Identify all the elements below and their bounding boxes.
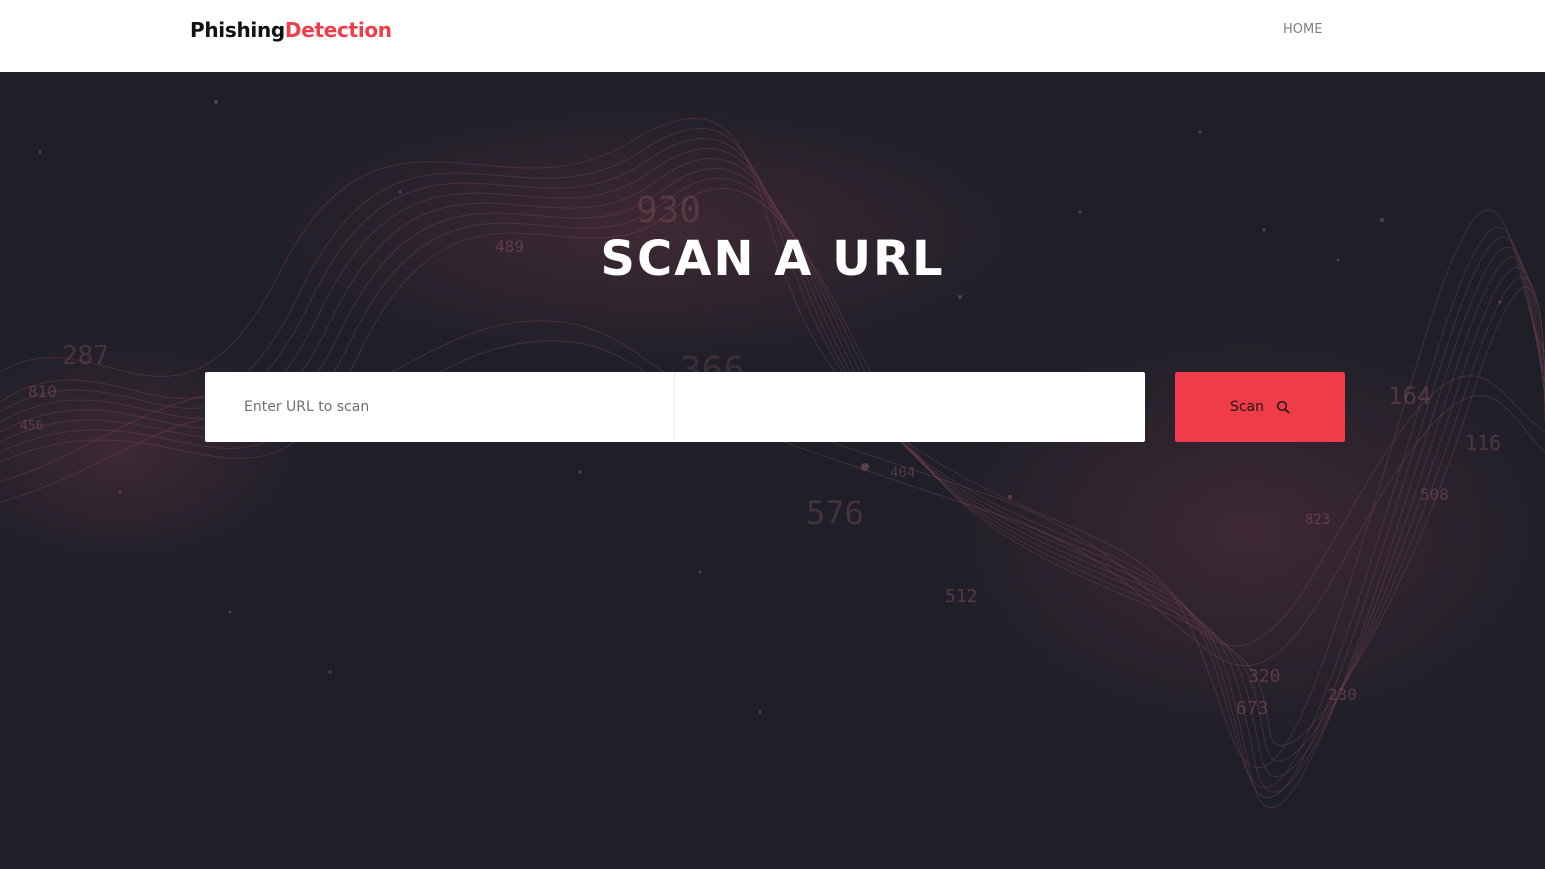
svg-text:320: 320 (1248, 666, 1281, 687)
hero-section: 930 489 287 810 456 366 164 116 576 512 … (0, 72, 1545, 869)
navbar: PhishingDetection HOME (0, 0, 1545, 72)
nav-link-home[interactable]: HOME (1283, 22, 1322, 38)
svg-text:576: 576 (806, 494, 864, 532)
svg-text:512: 512 (945, 586, 978, 607)
svg-text:287: 287 (62, 341, 109, 371)
svg-text:930: 930 (636, 190, 701, 231)
svg-text:456: 456 (20, 419, 43, 434)
brand-name-part1: Phishing (190, 18, 285, 42)
svg-text:116: 116 (1465, 431, 1501, 455)
page-title: SCAN A URL (600, 231, 945, 287)
svg-text:810: 810 (28, 382, 57, 401)
scan-button-label: Scan (1229, 399, 1265, 415)
svg-text:508: 508 (1420, 485, 1449, 504)
brand-name-part2: Detection (284, 18, 392, 42)
scan-button[interactable]: Scan (1175, 372, 1345, 442)
search-icon (1276, 400, 1290, 414)
svg-text:823: 823 (1305, 512, 1330, 528)
input-divider (674, 372, 675, 442)
svg-text:164: 164 (1388, 382, 1431, 410)
data-wave-background: 930 489 287 810 456 366 164 116 576 512 … (0, 92, 1545, 809)
url-input[interactable] (205, 372, 1145, 442)
svg-text:404: 404 (890, 465, 915, 481)
svg-text:230: 230 (1328, 685, 1357, 704)
brand-logo[interactable]: PhishingDetection (190, 16, 392, 44)
svg-text:673: 673 (1236, 698, 1269, 719)
